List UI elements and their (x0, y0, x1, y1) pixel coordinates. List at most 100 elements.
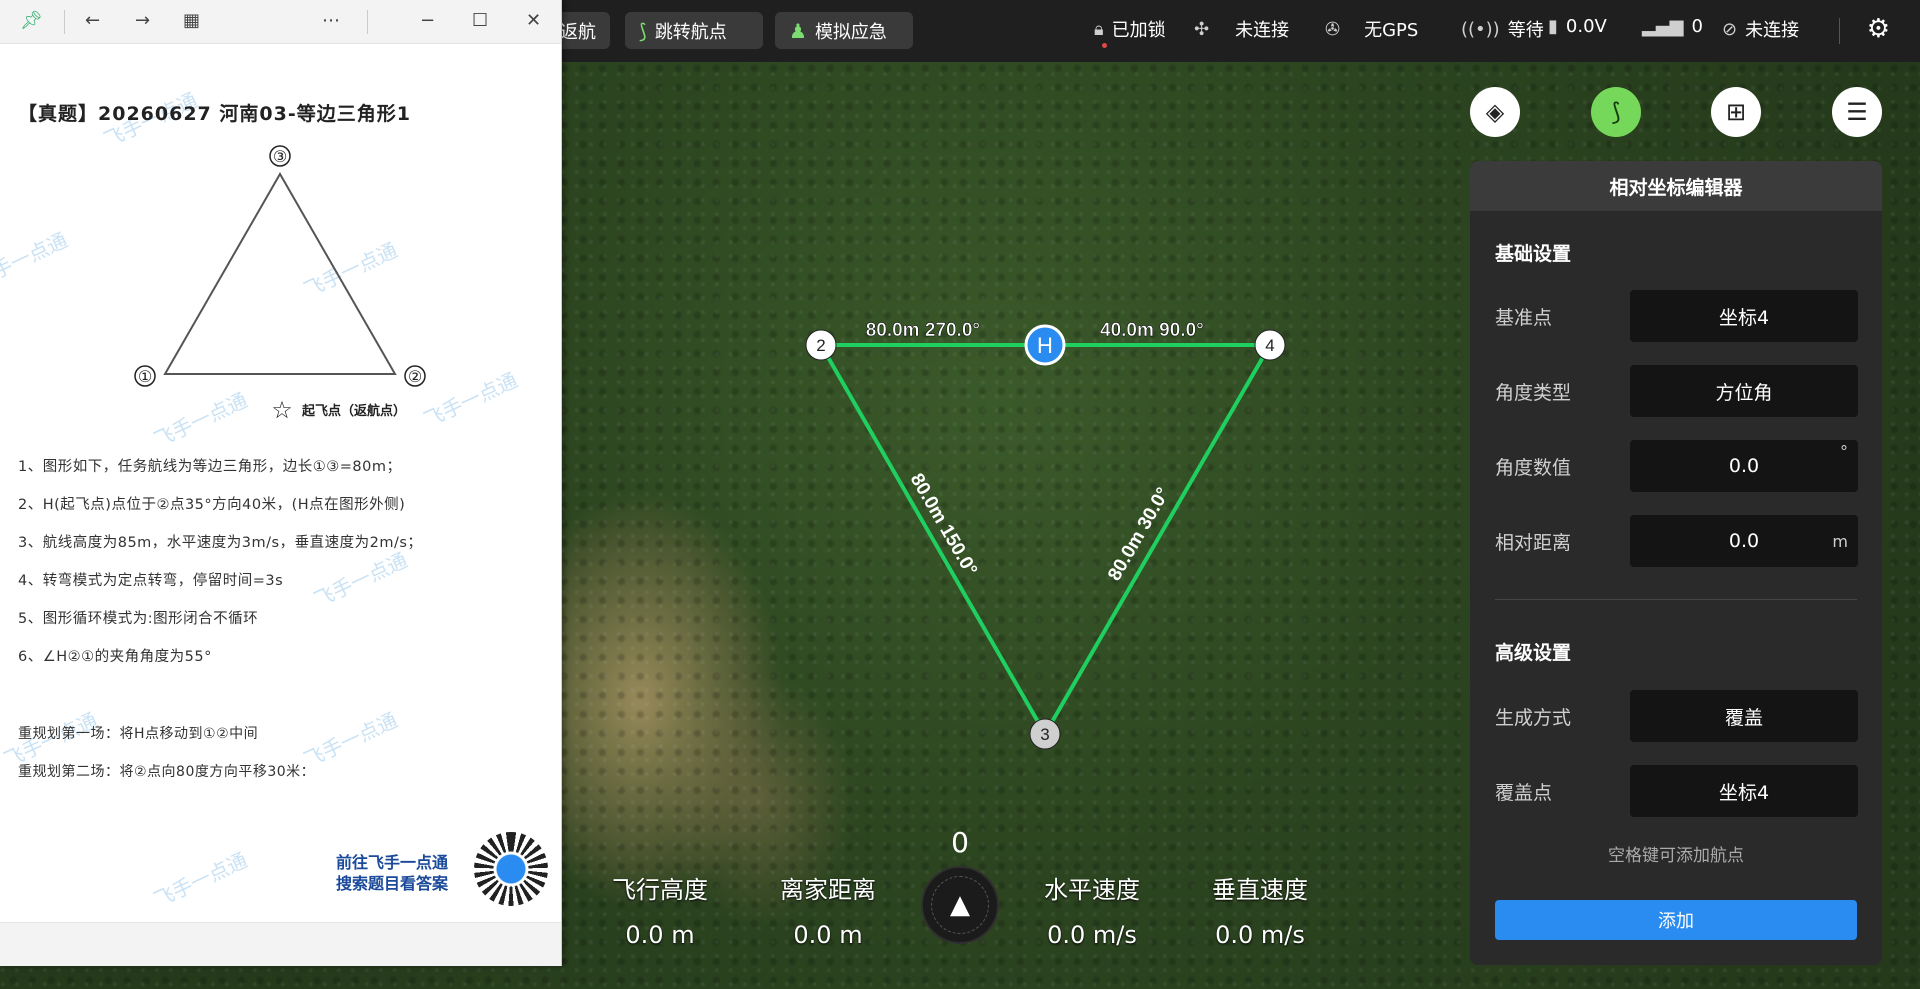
route-icon: ⟆ (1611, 98, 1621, 126)
drone-icon: ✣ (1194, 18, 1210, 40)
doc-line: 5、图形循环模式为:图形闭合不循环 (18, 611, 259, 627)
svg-text:4: 4 (1265, 336, 1274, 355)
list-menu-button[interactable]: ☰ (1832, 87, 1882, 137)
replan-line: 重规划第一场：将H点移动到①②中间 (18, 726, 259, 742)
doc-line: 4、转弯模式为定点转弯，停留时间=3s (18, 573, 284, 589)
angle-type-select[interactable]: 方位角 (1630, 365, 1858, 417)
angle-value-input[interactable]: 0.0 ° (1630, 440, 1858, 492)
doc-line: 3、航线高度为85m，水平速度为3m/s，垂直速度为2m/s； (18, 535, 423, 551)
doc-line: 1、图形如下，任务航线为等边三角形，边长①③=80m； (18, 459, 402, 475)
degree-unit: ° (1840, 442, 1848, 461)
waypoint-4[interactable]: 4 (1254, 329, 1286, 361)
simulate-emergency-button[interactable]: ♟ 模拟应急 (775, 12, 913, 49)
vertex-2-label: ② (408, 367, 422, 386)
drone-link-status: ✣ 未连接 (1194, 18, 1290, 42)
titlebar-divider (367, 10, 368, 34)
waypoint-3[interactable]: 3 (1029, 718, 1061, 750)
svg-text:2: 2 (816, 336, 825, 355)
qr-code[interactable] (474, 832, 548, 906)
window-footer (0, 922, 561, 966)
svg-text:3: 3 (1040, 725, 1049, 744)
vertex-3-label: ③ (273, 147, 287, 166)
lock-icon: 🔒︎ (1094, 18, 1104, 40)
edge-label-top-right: 40.0m 90.0° (1100, 320, 1204, 341)
angle-value-label: 角度数值 (1495, 457, 1572, 479)
route-edge-2-3 (819, 344, 1047, 735)
star-icon: ☆ (271, 396, 293, 424)
pin-icon[interactable]: 📌︎ (20, 10, 43, 31)
generate-mode-select[interactable]: 覆盖 (1630, 690, 1858, 742)
lock-indicator-dot (1102, 43, 1107, 48)
cover-point-select[interactable]: 坐标4 (1630, 765, 1858, 817)
cover-point-label: 覆盖点 (1495, 782, 1553, 804)
lock-status: 🔒︎ 已加锁 (1094, 16, 1166, 48)
doc-line: 6、∠H②①的夹角角度为55° (18, 649, 212, 665)
back-arrow-icon[interactable]: ← (85, 10, 100, 31)
angle-type-label: 角度类型 (1495, 382, 1572, 404)
wait-status: ((•)) 等待 (1461, 18, 1544, 42)
watermark: 飞手一点通 (0, 227, 72, 292)
relative-coordinate-editor: 相对坐标编辑器 基础设置 基准点 坐标4 角度类型 方位角 角度数值 0.0 °… (1470, 161, 1882, 965)
route-icon: ⟆ (639, 18, 647, 43)
battery-status: ▮ 0.0V (1548, 16, 1607, 37)
generate-mode-label: 生成方式 (1495, 707, 1572, 729)
compass-ring (931, 876, 989, 934)
triangle-diagram: ③ ① ② ☆ 起飞点（返航点） (134, 145, 426, 424)
signal-bars-icon: ▂▄▆ (1642, 16, 1684, 37)
altitude-readout: 飞行高度 0.0 m (612, 876, 708, 949)
section-divider (1495, 599, 1857, 600)
gps-status: ✇ 无GPS (1325, 18, 1419, 42)
maximize-icon[interactable]: ☐ (472, 10, 488, 31)
add-waypoint-button[interactable]: 添加 (1495, 900, 1857, 940)
link-off-icon: ⊘ (1722, 18, 1738, 40)
waypoint-2[interactable]: 2 (805, 329, 837, 361)
settings-gear-icon[interactable]: ⚙ (1867, 14, 1890, 44)
layers-button[interactable]: ◈ (1470, 87, 1520, 137)
watermark: 飞手一点通 (150, 847, 252, 912)
watermark: 飞手一点通 (310, 547, 412, 612)
route-edit-button[interactable]: ⟆ (1591, 87, 1641, 137)
vertical-speed-readout: 垂直速度 0.0 m/s (1212, 876, 1308, 949)
base-point-select[interactable]: 坐标4 (1630, 290, 1858, 342)
heading-value: 0 (951, 826, 969, 859)
edge-label-top-left: 80.0m 270.0° (866, 320, 980, 341)
jump-waypoint-button[interactable]: ⟆ 跳转航点 (625, 12, 763, 49)
relative-distance-input[interactable]: 0.0 m (1630, 515, 1858, 567)
takeoff-label: 起飞点（返航点） (301, 403, 406, 419)
battery-icon: ▮ (1548, 16, 1558, 37)
doc-content: 飞手一点通 飞手一点通 飞手一点通 飞手一点通 飞手一点通 飞手一点通 飞手一点… (0, 44, 561, 922)
connection-status: ⊘ 未连接 (1722, 18, 1800, 42)
route-edge-4-3 (1043, 343, 1272, 736)
home-point-marker[interactable]: H (1024, 324, 1066, 366)
replan-line: 重规划第二场：将②点向80度方向平移30米： (18, 764, 316, 780)
edge-label-left: 80.0m 150.0° (906, 470, 981, 579)
satellite-icon: ✇ (1325, 18, 1341, 40)
person-icon: ♟ (789, 18, 807, 43)
advanced-settings-title: 高级设置 (1495, 642, 1572, 664)
list-icon: ☰ (1846, 98, 1868, 126)
doc-line: 2、H(起飞点)点位于②点35°方向40米，(H点在图形外侧) (18, 497, 406, 513)
toolbar-divider (1839, 18, 1840, 44)
base-point-label: 基准点 (1495, 307, 1553, 329)
basic-settings-title: 基础设置 (1495, 243, 1572, 265)
svg-text:H: H (1037, 333, 1053, 358)
horizontal-speed-readout: 水平速度 0.0 m/s (1044, 876, 1140, 949)
grid-icon[interactable]: ▦ (183, 10, 200, 31)
signal-status: ▂▄▆ 0 (1642, 16, 1703, 37)
layers-icon: ◈ (1485, 98, 1505, 126)
grid-plus-icon: ⊞ (1725, 98, 1747, 126)
space-key-hint: 空格键可添加航点 (1608, 846, 1744, 866)
add-widget-button[interactable]: ⊞ (1711, 87, 1761, 137)
meter-unit: m (1832, 531, 1848, 551)
panel-title: 相对坐标编辑器 (1470, 161, 1882, 211)
forward-arrow-icon[interactable]: → (135, 10, 150, 31)
more-icon[interactable]: ⋯ (322, 10, 340, 31)
minimize-icon[interactable]: − (420, 10, 435, 31)
promo-text: 前往飞手一点通 搜索题目看答案 (336, 853, 449, 893)
doc-title: 【真题】20260627 河南03-等边三角形1 (18, 103, 411, 125)
close-icon[interactable]: ✕ (526, 10, 541, 31)
titlebar-divider (64, 10, 65, 34)
triangle-shape (163, 171, 397, 375)
compass-widget: ▲ (921, 866, 999, 944)
home-distance-readout: 离家距离 0.0 m (780, 876, 876, 949)
